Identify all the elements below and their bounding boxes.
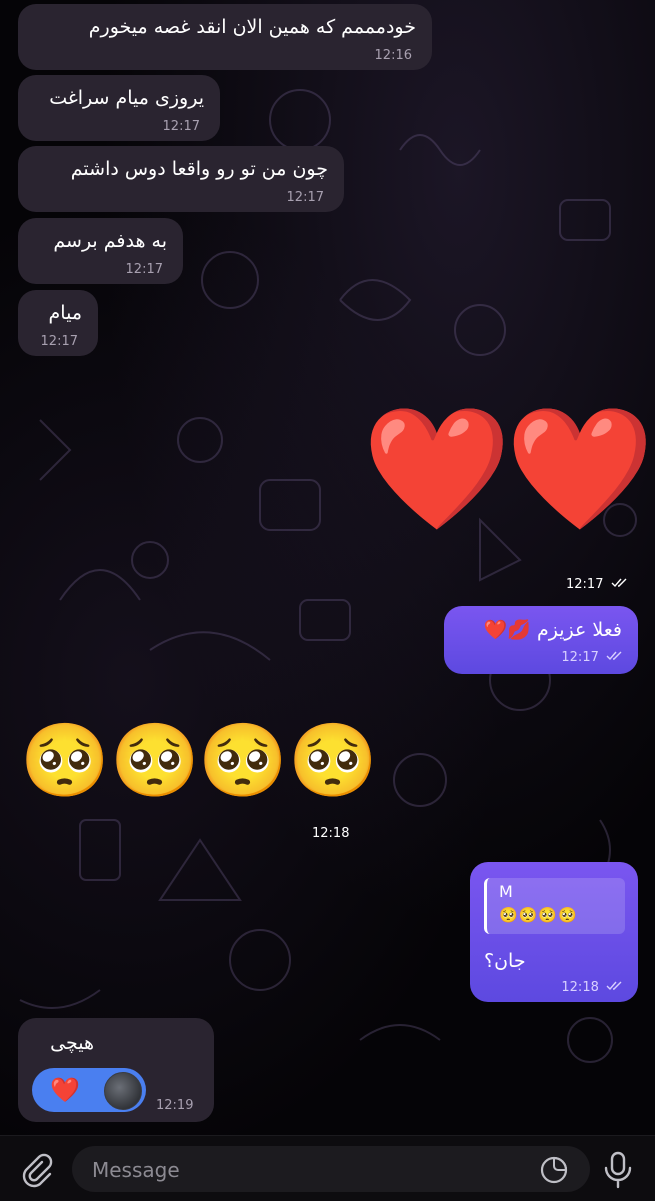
paperclip-icon[interactable] — [18, 1152, 54, 1188]
incoming-message[interactable]: میام 12:17 — [18, 290, 98, 356]
message-text: چون من تو رو واقعا دوس داشتم — [70, 158, 328, 180]
incoming-message[interactable]: هیچی ❤️ 12:19 — [18, 1018, 214, 1122]
sticker-icon[interactable] — [538, 1154, 570, 1186]
pleading-face-emoji: 🥺 — [288, 718, 378, 802]
microphone-icon[interactable] — [600, 1150, 636, 1190]
pleading-face-emoji: 🥺 — [110, 718, 200, 802]
outgoing-message[interactable]: فعلا عزیزم 💋❤️ 12:17 — [444, 606, 638, 674]
message-time: 12:17 — [125, 262, 163, 277]
message-input-field[interactable] — [72, 1146, 590, 1194]
message-text: یروزی میام سراغت — [49, 87, 204, 109]
message-time: 12:18 — [312, 826, 350, 841]
message-text: میام — [48, 302, 82, 324]
message-time: 12:16 — [374, 48, 412, 63]
incoming-message[interactable]: یروزی میام سراغت 12:17 — [18, 75, 220, 141]
message-time: 12:18 — [561, 980, 624, 995]
message-text: خودمممم که همین الان انقد غصه میخورم — [88, 16, 416, 38]
reaction-pill[interactable]: ❤️ — [32, 1068, 146, 1112]
message-text: به هدفم برسم — [53, 230, 167, 252]
incoming-message[interactable]: چون من تو رو واقعا دوس داشتم 12:17 — [18, 146, 344, 212]
double-check-icon — [606, 981, 622, 991]
heart-emoji: ❤️ — [362, 400, 512, 539]
reply-sender: M — [499, 882, 513, 901]
message-text: جان؟ — [484, 950, 526, 972]
message-time: 12:17 — [286, 190, 324, 205]
pleading-face-emoji: 🥺 — [198, 718, 288, 802]
message-time: 12:19 — [156, 1098, 194, 1113]
reply-preview: 🥺🥺🥺🥺 — [499, 906, 578, 924]
avatar — [104, 1072, 142, 1110]
pleading-face-emoji: 🥺 — [20, 718, 110, 802]
incoming-message[interactable]: خودمممم که همین الان انقد غصه میخورم 12:… — [18, 4, 432, 70]
message-input[interactable] — [90, 1146, 524, 1194]
reply-quote[interactable]: M 🥺🥺🥺🥺 — [484, 878, 625, 934]
heart-reaction-emoji: ❤️ — [50, 1076, 80, 1104]
chat-background: خودمممم که همین الان انقد غصه میخورم 12:… — [0, 0, 655, 1135]
message-time: 12:17 — [566, 577, 629, 592]
message-text: فعلا عزیزم 💋❤️ — [483, 619, 622, 641]
heart-emoji: ❤️ — [505, 400, 655, 539]
message-time: 12:17 — [561, 650, 624, 665]
outgoing-reply-message[interactable]: M 🥺🥺🥺🥺 جان؟ 12:18 — [470, 862, 638, 1002]
message-time: 12:17 — [162, 119, 200, 134]
message-time: 12:17 — [40, 334, 78, 349]
composer-bar — [0, 1135, 655, 1201]
incoming-message[interactable]: به هدفم برسم 12:17 — [18, 218, 183, 284]
double-check-icon — [606, 651, 622, 661]
double-check-icon — [611, 578, 627, 588]
message-text: هیچی — [50, 1032, 94, 1054]
